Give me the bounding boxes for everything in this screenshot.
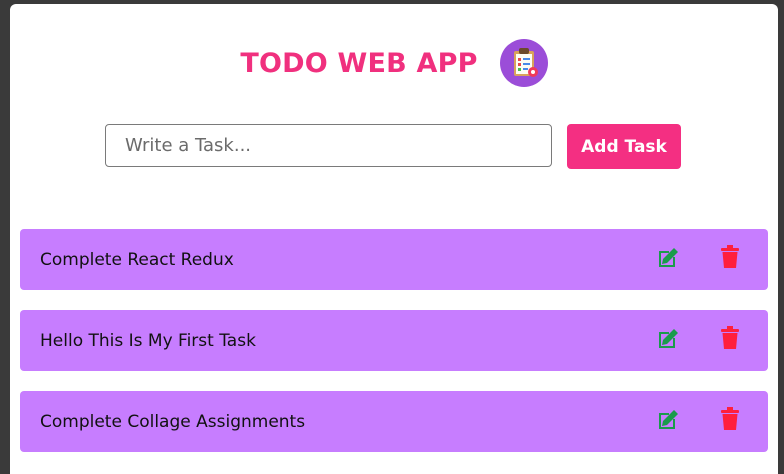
- edit-icon[interactable]: [656, 408, 680, 432]
- task-text: Hello This Is My First Task: [40, 330, 256, 351]
- task-item: Complete React Redux: [20, 229, 768, 290]
- edit-icon[interactable]: [656, 246, 680, 270]
- todo-app-card: TODO WEB APP Add Task Complete React Red…: [10, 4, 778, 474]
- trash-icon[interactable]: [720, 245, 740, 269]
- app-header: TODO WEB APP: [10, 36, 778, 90]
- task-input[interactable]: [105, 124, 552, 167]
- task-item: Complete Collage Assignments: [20, 391, 768, 452]
- edit-icon[interactable]: [656, 327, 680, 351]
- task-input-row: Add Task: [105, 124, 681, 169]
- task-text: Complete Collage Assignments: [40, 411, 306, 432]
- task-item: Hello This Is My First Task: [20, 310, 768, 371]
- trash-icon[interactable]: [720, 407, 740, 431]
- task-list: Complete React Redux Hello This Is My Fi…: [20, 229, 768, 472]
- trash-icon[interactable]: [720, 326, 740, 350]
- add-task-button[interactable]: Add Task: [567, 124, 681, 169]
- task-text: Complete React Redux: [40, 249, 234, 270]
- clipboard-checklist-icon: [499, 39, 548, 87]
- app-title: TODO WEB APP: [240, 47, 478, 79]
